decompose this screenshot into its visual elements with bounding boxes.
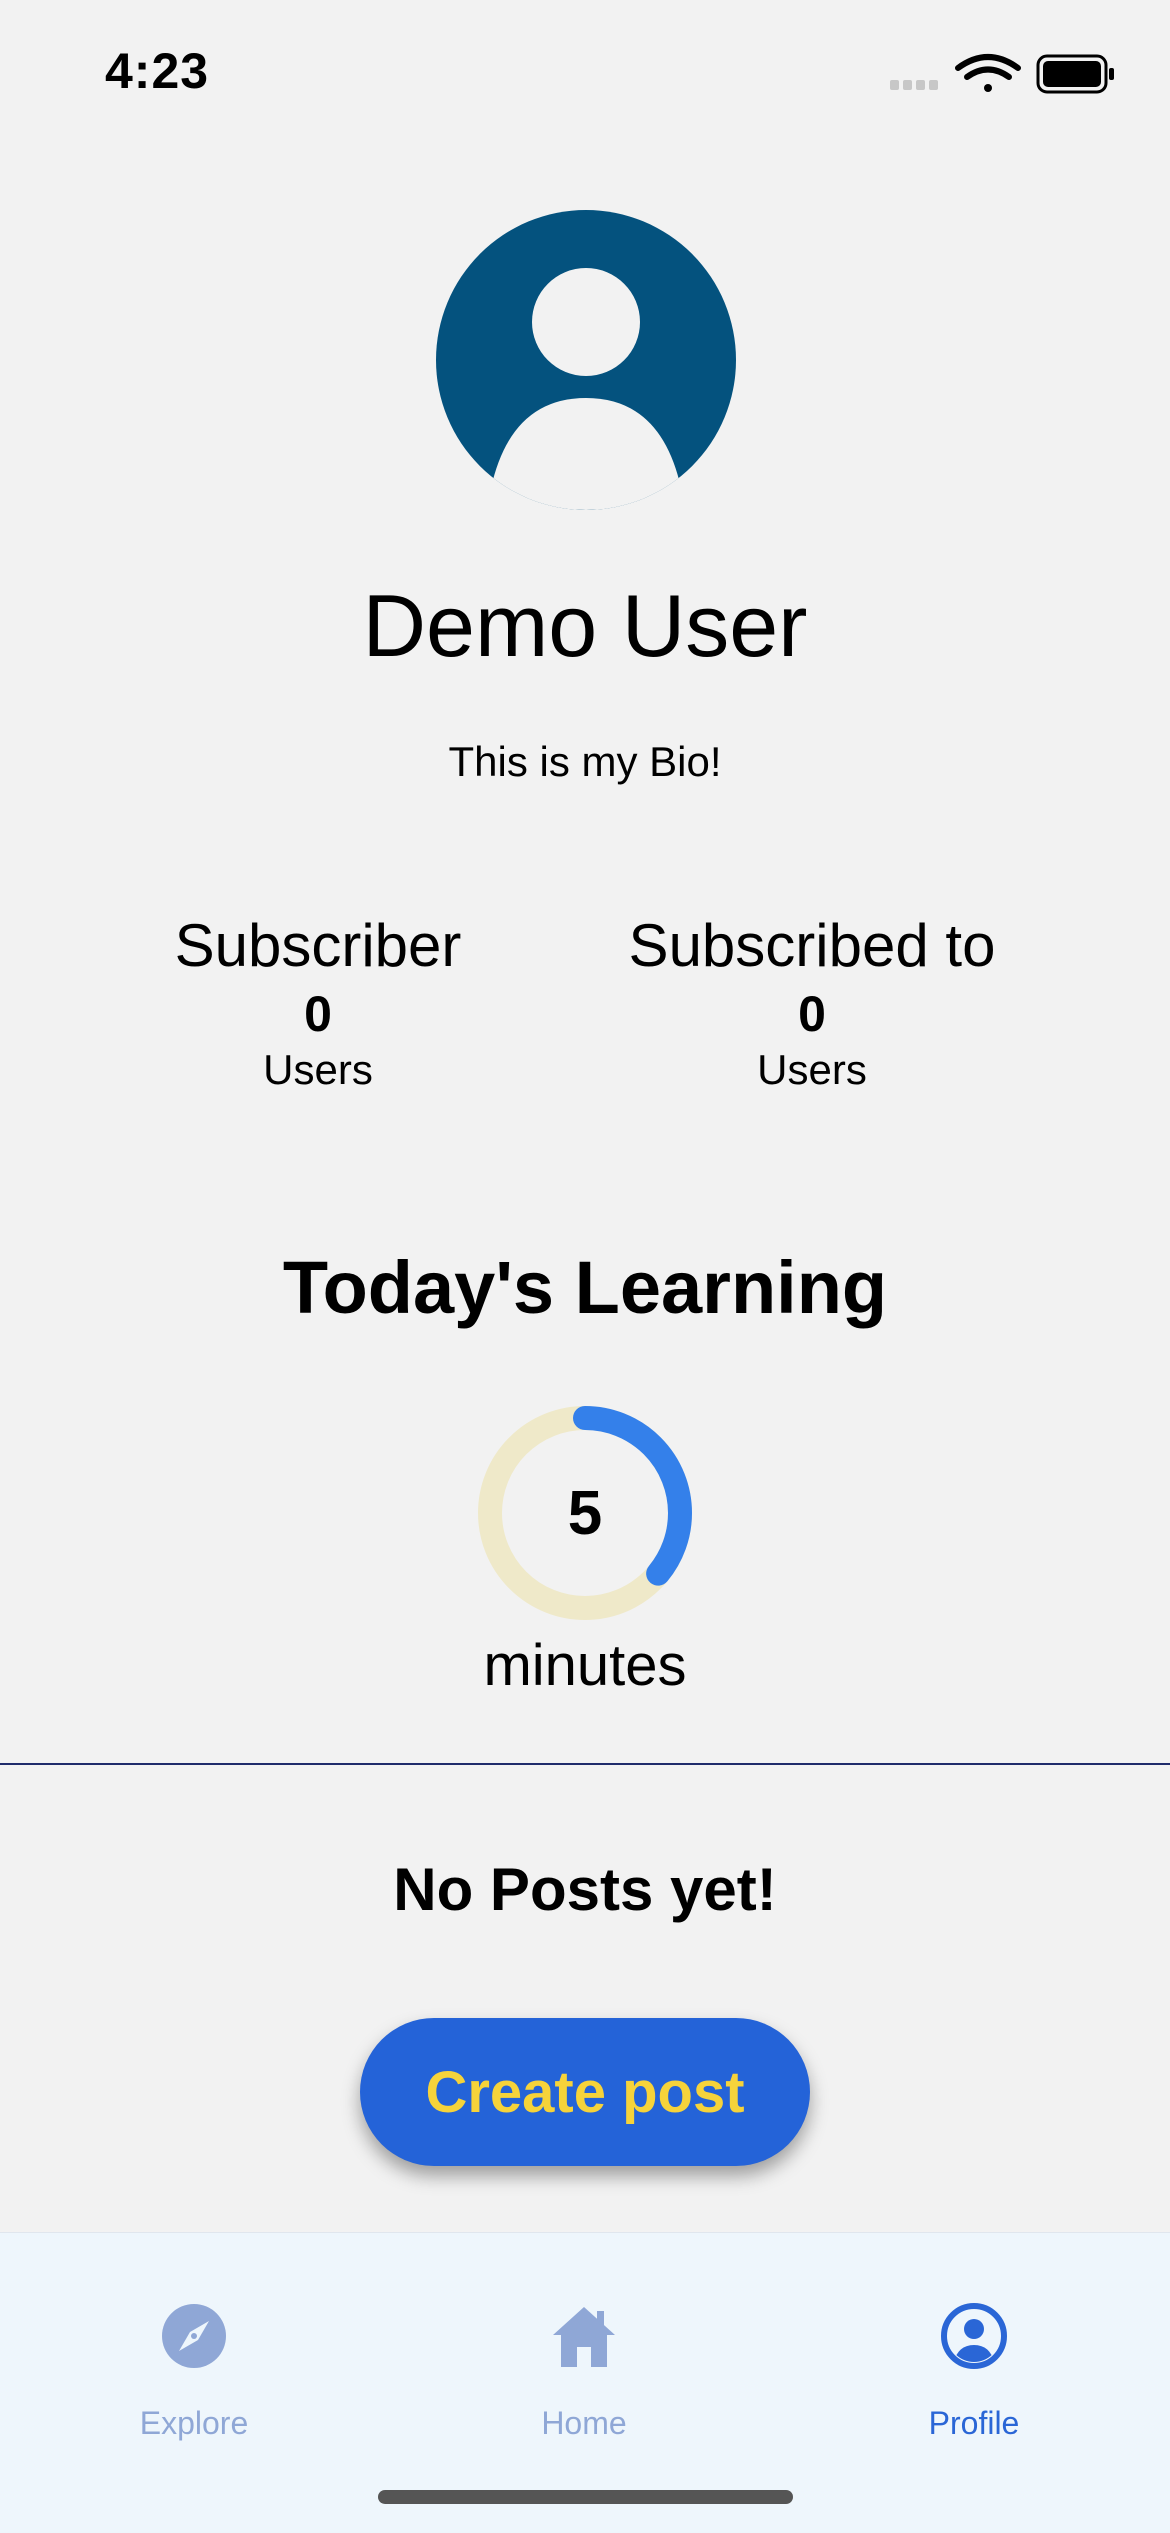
battery-icon xyxy=(1036,54,1114,94)
create-post-button[interactable]: Create post xyxy=(360,2018,810,2166)
tab-home[interactable]: Home xyxy=(454,2253,714,2473)
user-name: Demo User xyxy=(362,576,808,675)
subscribed-to-unit: Users xyxy=(757,1046,867,1093)
wifi-icon xyxy=(955,54,1021,92)
no-posts-message: No Posts yet! xyxy=(393,1856,777,1923)
user-avatar-icon[interactable] xyxy=(436,210,736,510)
compass-icon xyxy=(162,2304,226,2368)
section-divider xyxy=(0,1763,1170,1765)
status-icons xyxy=(890,54,1114,94)
learning-minutes-unit: minutes xyxy=(483,1633,687,1698)
signal-icon xyxy=(890,80,938,90)
home-indicator[interactable] xyxy=(378,2490,793,2504)
tab-profile-label: Profile xyxy=(928,2405,1020,2441)
subscriber-unit: Users xyxy=(263,1046,373,1093)
tab-bar: Explore Home Profile xyxy=(0,2232,1170,2533)
subscribed-to-stat[interactable]: Subscribed to 0 Users xyxy=(562,908,1062,1096)
subscribed-to-count: 0 xyxy=(798,986,826,1042)
subscribed-to-title: Subscribed to xyxy=(628,912,996,979)
subscriber-title: Subscriber xyxy=(174,912,462,979)
tab-home-label: Home xyxy=(541,2405,627,2441)
subscriber-count: 0 xyxy=(304,986,332,1042)
learning-minutes-value: 5 xyxy=(567,1478,603,1548)
subscriber-stat[interactable]: Subscriber 0 Users xyxy=(68,908,568,1096)
learning-title: Today's Learning xyxy=(282,1246,888,1329)
status-time: 4:23 xyxy=(105,43,210,99)
tab-profile[interactable]: Profile xyxy=(844,2253,1104,2473)
home-icon xyxy=(553,2307,615,2367)
tab-explore[interactable]: Explore xyxy=(64,2253,324,2473)
status-bar: 4:23 xyxy=(0,0,1170,140)
user-bio: This is my Bio! xyxy=(448,738,722,785)
tab-explore-label: Explore xyxy=(139,2405,249,2441)
profile-icon xyxy=(941,2303,1007,2369)
